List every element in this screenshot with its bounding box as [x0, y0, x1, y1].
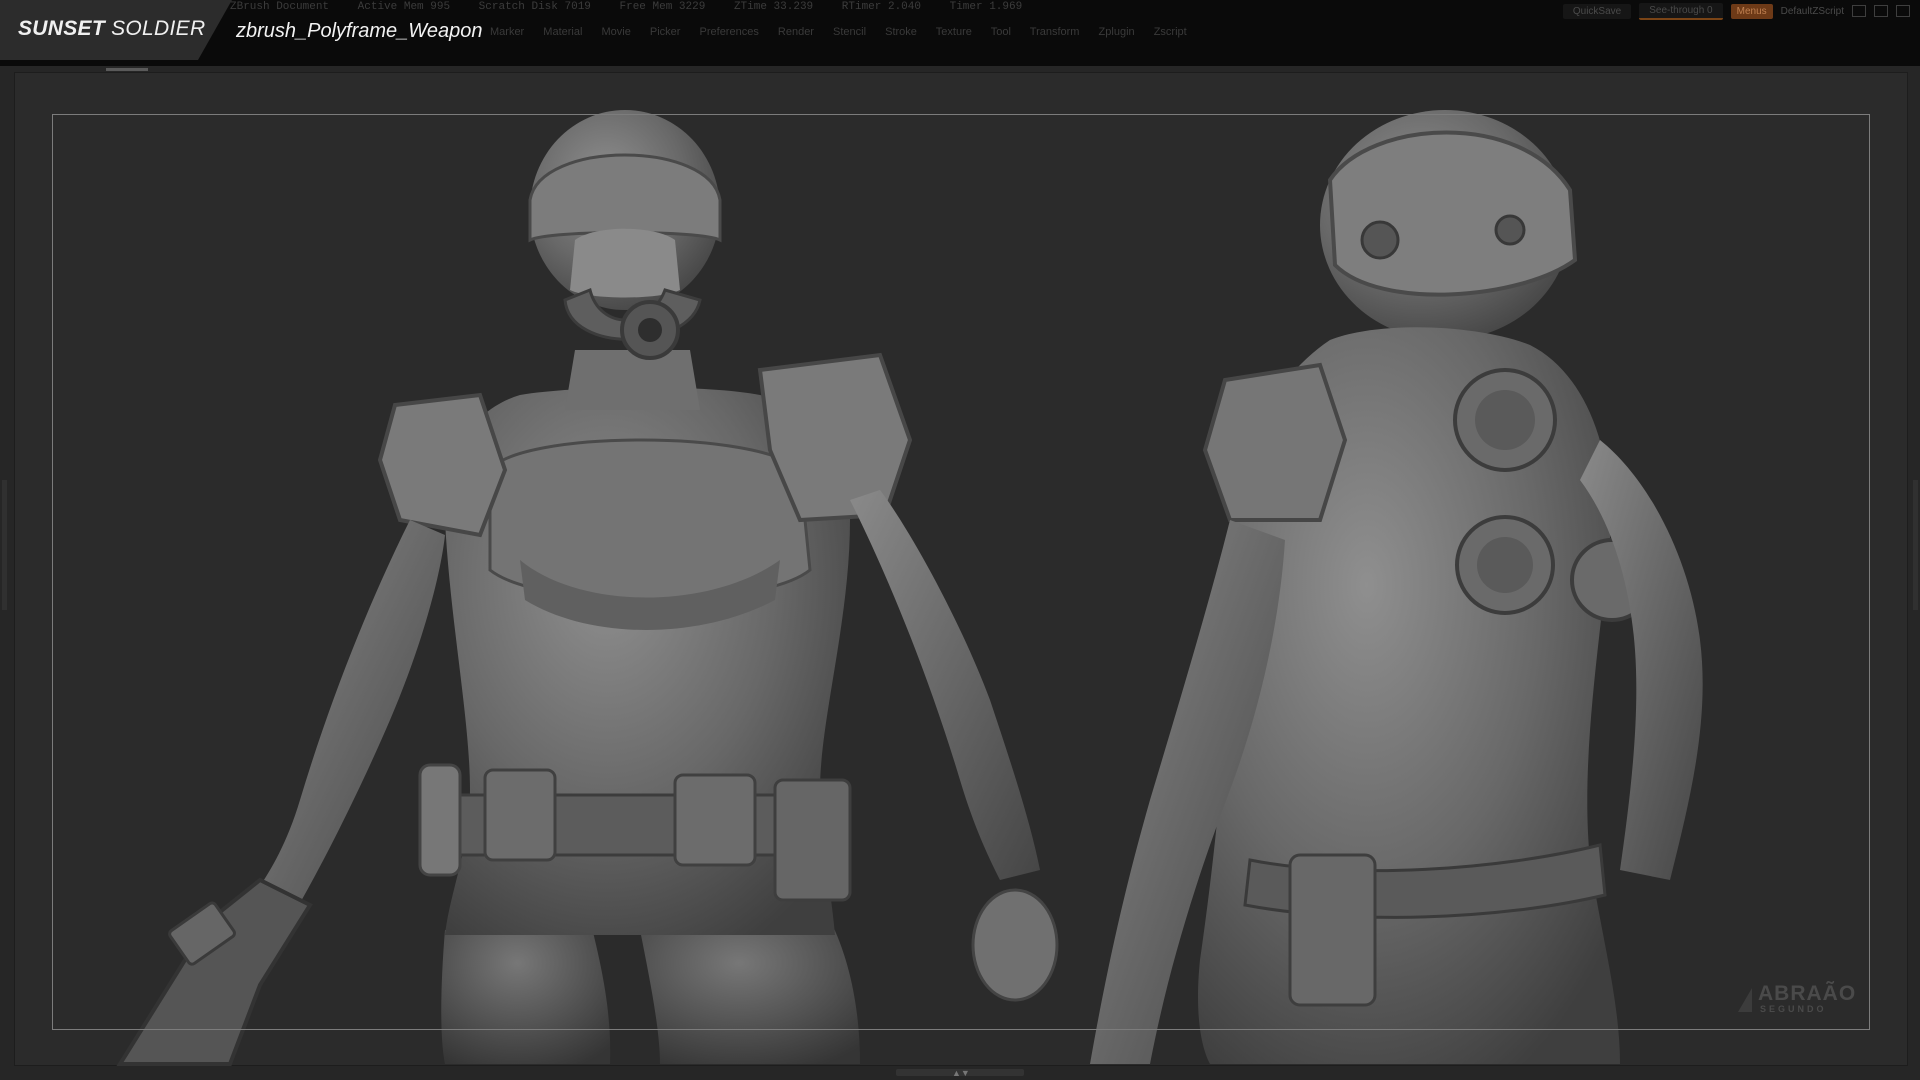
- title-strip-item: ZBrush Document: [230, 1, 330, 13]
- top-right-controls: QuickSave See-through 0 Menus DefaultZSc…: [1562, 2, 1910, 20]
- active-tab-indicator: [106, 68, 148, 71]
- menu-item-transform[interactable]: Transform: [1030, 26, 1080, 38]
- window-close-icon[interactable]: [1896, 5, 1910, 17]
- zbrush-topbar: ZBrush Document Active Mem 995 Scratch D…: [0, 0, 1920, 66]
- menu-item-stroke[interactable]: Stroke: [885, 26, 917, 38]
- window-restore-icon[interactable]: [1874, 5, 1888, 17]
- menu-bar: Marker Material Movie Picker Preferences…: [490, 26, 1203, 38]
- brand-title: SUNSET SOLDIER: [18, 17, 205, 41]
- chevron-up-down-icon[interactable]: ▲▼: [952, 1068, 970, 1078]
- menu-item-zplugin[interactable]: Zplugin: [1099, 26, 1135, 38]
- document-title: zbrush_Polyframe_Weapon: [236, 20, 483, 42]
- menu-item-texture[interactable]: Texture: [936, 26, 972, 38]
- menu-item-stencil[interactable]: Stencil: [833, 26, 866, 38]
- menu-item-movie[interactable]: Movie: [601, 26, 630, 38]
- title-strip-item: Scratch Disk 7019: [478, 1, 591, 13]
- menu-item-material[interactable]: Material: [543, 26, 582, 38]
- menu-item-preferences[interactable]: Preferences: [700, 26, 759, 38]
- menu-item-picker[interactable]: Picker: [650, 26, 681, 38]
- artist-name: ABRAÃO: [1758, 982, 1857, 1005]
- title-strip-item: Timer 1.969: [949, 1, 1023, 13]
- brand-title-light: SOLDIER: [104, 17, 206, 40]
- document-frame: [52, 114, 1870, 1030]
- menu-item-tool[interactable]: Tool: [991, 26, 1011, 38]
- see-through-slider[interactable]: See-through 0: [1639, 2, 1723, 20]
- menu-item-render[interactable]: Render: [778, 26, 814, 38]
- artist-surname: SEGUNDO: [1760, 1004, 1827, 1014]
- title-strip-item: RTimer 2.040: [841, 1, 921, 13]
- menus-toggle-button[interactable]: Menus: [1730, 3, 1773, 19]
- title-strip-item: Active Mem 995: [357, 1, 451, 13]
- right-tray-handle[interactable]: [1913, 480, 1918, 610]
- title-strip-item: Free Mem 3229: [619, 1, 706, 13]
- window-minimize-icon[interactable]: [1852, 5, 1866, 17]
- menu-item-zscript[interactable]: Zscript: [1154, 26, 1187, 38]
- title-strip-item: ZTime 33.239: [733, 1, 814, 13]
- default-zscript-label[interactable]: DefaultZScript: [1781, 6, 1844, 17]
- brand-title-bold: SUNSET: [18, 17, 105, 40]
- quicksave-button[interactable]: QuickSave: [1562, 3, 1632, 19]
- left-tray-handle[interactable]: [2, 480, 7, 610]
- menu-item-marker[interactable]: Marker: [490, 26, 524, 38]
